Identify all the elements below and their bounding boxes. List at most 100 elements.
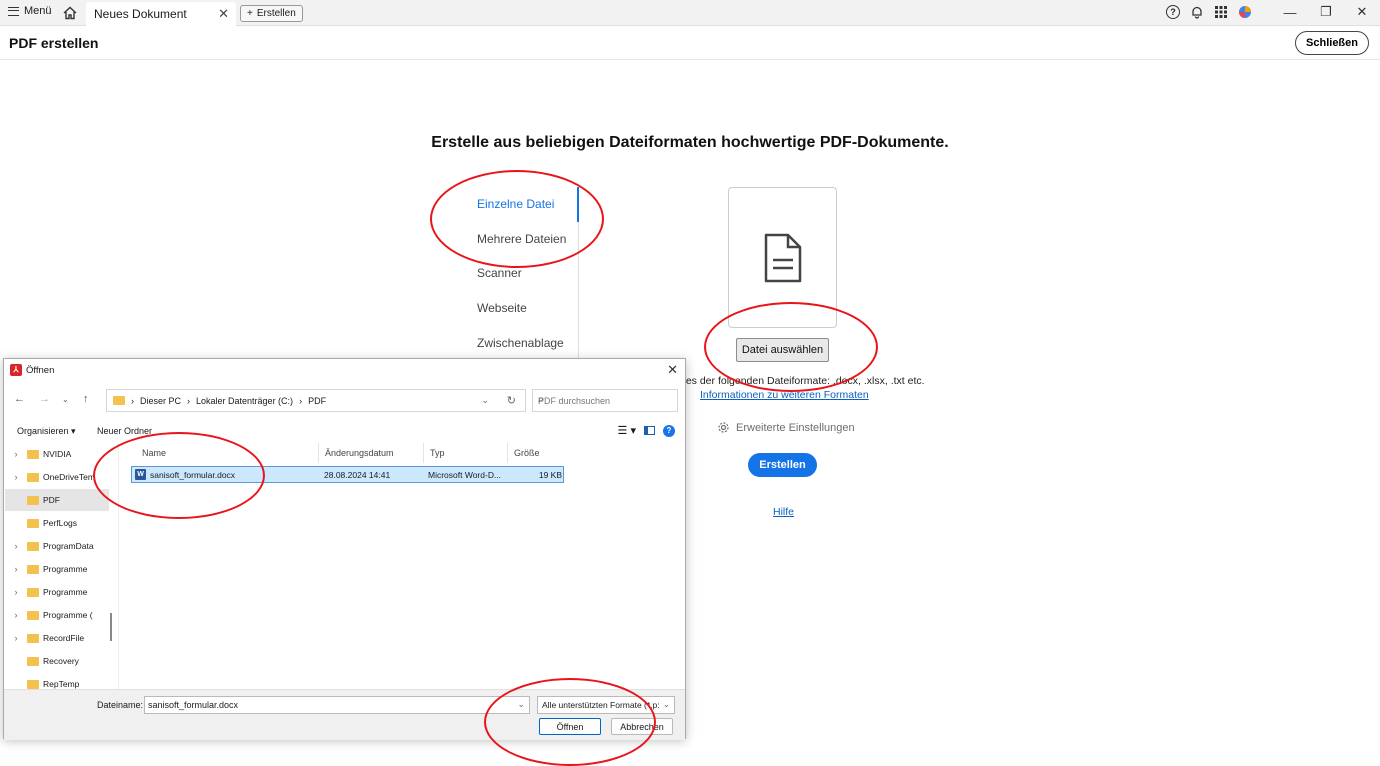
source-single-file[interactable]: Einzelne Datei	[472, 187, 579, 222]
file-type-filter[interactable]: Alle unterstützten Formate (*.p: ⌄	[537, 696, 675, 714]
menu-label: Menü	[24, 5, 52, 17]
filename-dropdown-icon[interactable]: ⌄	[517, 699, 525, 710]
filename-input[interactable]: sanisoft_formular.docx ⌄	[144, 696, 530, 714]
folder-search-input[interactable]: PDF durchsuchen ⌕	[532, 389, 678, 412]
close-tab-icon[interactable]: ✕	[218, 6, 229, 22]
minimize-icon[interactable]: —	[1272, 5, 1308, 20]
folder-tree-item[interactable]: › Programme	[5, 558, 109, 580]
breadcrumb-separator: ›	[187, 396, 191, 406]
dialog-close-icon[interactable]: ✕	[667, 362, 678, 378]
document-tab[interactable]: Neues Dokument ✕	[86, 2, 236, 26]
folder-icon	[27, 610, 39, 620]
expand-chevron-icon[interactable]: ›	[5, 564, 27, 574]
folder-tree-label: Programme	[43, 587, 88, 597]
file-name: sanisoft_formular.docx	[150, 470, 236, 480]
more-formats-link[interactable]: Informationen zu weiteren Formaten	[700, 389, 869, 401]
choose-file-button[interactable]: Datei auswählen	[736, 338, 829, 362]
filename-label: Dateiname:	[97, 700, 144, 710]
source-multiple-files[interactable]: Mehrere Dateien	[472, 222, 578, 257]
expand-chevron-icon[interactable]: ›	[5, 541, 27, 551]
folder-tree-item[interactable]: Recovery	[5, 650, 109, 672]
folder-tree-item[interactable]: › Programme (	[5, 604, 109, 626]
new-folder-button[interactable]: Neuer Ordner	[97, 426, 152, 436]
expand-chevron-icon[interactable]: ›	[5, 472, 27, 482]
up-arrow-icon[interactable]: ↑	[83, 393, 89, 405]
source-scanner[interactable]: Scanner	[472, 256, 578, 291]
view-mode-icon[interactable]: ☰ ▾	[618, 424, 636, 437]
dialog-toolbar: Organisieren ▾ Neuer Ordner ☰ ▾ ?	[4, 421, 685, 441]
filter-dropdown-icon: ⌄	[662, 699, 670, 710]
folder-tree-item[interactable]: › NVIDIA	[5, 443, 109, 465]
source-list: Einzelne Datei Mehrere Dateien Scanner W…	[472, 187, 579, 360]
profile-icon[interactable]	[1238, 5, 1252, 19]
restore-icon[interactable]: ❐	[1308, 4, 1344, 20]
folder-icon	[113, 396, 125, 405]
window-close-icon[interactable]: ✕	[1344, 4, 1380, 20]
organize-menu[interactable]: Organisieren ▾	[17, 426, 76, 437]
open-button[interactable]: Öffnen	[539, 718, 601, 735]
menu-button[interactable]: Menü	[8, 5, 52, 17]
dialog-help-icon[interactable]: ?	[663, 424, 675, 437]
folder-tree-item[interactable]: PDF	[5, 489, 109, 511]
expand-chevron-icon[interactable]: ›	[5, 610, 27, 620]
home-icon[interactable]	[62, 5, 78, 21]
acrobat-icon: ⅄	[10, 364, 22, 376]
folder-tree-item[interactable]: › RecordFile	[5, 627, 109, 649]
folder-tree-label: ProgramData	[43, 541, 94, 551]
breadcrumb-separator: ›	[131, 396, 134, 406]
folder-icon	[27, 449, 39, 459]
expand-chevron-icon[interactable]: ›	[5, 633, 27, 643]
folder-tree-scrollbar[interactable]	[110, 613, 112, 641]
breadcrumb-this-pc[interactable]: Dieser PC	[140, 396, 181, 406]
column-modified[interactable]: Änderungsdatum	[319, 443, 424, 463]
folder-icon	[27, 633, 39, 643]
folder-tree-item[interactable]: PerfLogs	[5, 512, 109, 534]
help-link[interactable]: Hilfe	[773, 506, 794, 518]
word-document-icon: W	[135, 469, 146, 480]
folder-icon	[27, 495, 39, 505]
close-tool-button[interactable]: Schließen	[1295, 31, 1369, 55]
help-icon[interactable]: ?	[1166, 5, 1180, 19]
back-arrow-icon[interactable]: ←	[14, 393, 25, 405]
file-type: Microsoft Word-D...	[428, 470, 502, 480]
create-button[interactable]: Erstellen	[748, 453, 817, 477]
breadcrumb-drive[interactable]: Lokaler Datenträger (C:)	[196, 396, 293, 406]
file-row[interactable]: W sanisoft_formular.docx 28.08.2024 14:4…	[131, 466, 564, 483]
recent-chevron-icon[interactable]: ⌄	[62, 395, 69, 404]
cancel-button[interactable]: Abbrechen	[611, 718, 673, 735]
new-tab-button[interactable]: + Erstellen	[240, 5, 303, 22]
folder-icon	[27, 518, 39, 528]
window-controls: ? — ❐ ✕	[1166, 4, 1380, 20]
tool-header: PDF erstellen Schließen	[0, 26, 1380, 60]
bell-icon[interactable]	[1190, 5, 1204, 19]
folder-tree-item[interactable]: RepTemp	[5, 673, 109, 689]
source-webpage[interactable]: Webseite	[472, 291, 578, 326]
folder-tree-item[interactable]: › ProgramData	[5, 535, 109, 557]
file-drop-card[interactable]	[728, 187, 837, 328]
preview-pane-icon[interactable]	[644, 426, 655, 435]
source-clipboard[interactable]: Zwischenablage	[472, 325, 578, 360]
column-name[interactable]: Name	[136, 443, 319, 463]
folder-tree-label: NVIDIA	[43, 449, 72, 459]
folder-icon	[27, 541, 39, 551]
folder-tree-label: PerfLogs	[43, 518, 78, 528]
folder-tree-item[interactable]: › Programme	[5, 581, 109, 603]
dialog-footer: Dateiname: sanisoft_formular.docx ⌄ Alle…	[4, 689, 685, 740]
expand-chevron-icon[interactable]: ›	[5, 449, 27, 459]
address-dropdown-icon[interactable]: ⌄	[481, 395, 489, 406]
filter-value: Alle unterstützten Formate (*.p:	[542, 700, 660, 710]
breadcrumb: › Dieser PC › Lokaler Datenträger (C:) ›…	[131, 396, 326, 406]
hamburger-icon	[8, 6, 19, 16]
address-bar[interactable]: › Dieser PC › Lokaler Datenträger (C:) ›…	[106, 389, 526, 412]
forward-arrow-icon[interactable]: →	[39, 393, 50, 405]
folder-tree-item[interactable]: › OneDriveTem	[5, 466, 109, 488]
column-type[interactable]: Typ	[424, 443, 508, 463]
column-size[interactable]: Größe	[508, 443, 564, 463]
expand-chevron-icon[interactable]: ›	[5, 587, 27, 597]
file-size: 19 KB	[538, 470, 562, 480]
breadcrumb-pdf[interactable]: PDF	[308, 396, 326, 406]
refresh-icon[interactable]: ↻	[507, 394, 516, 407]
apps-grid-icon[interactable]	[1214, 5, 1228, 19]
gear-icon	[718, 422, 729, 433]
advanced-settings[interactable]: Erweiterte Einstellungen	[717, 421, 855, 434]
